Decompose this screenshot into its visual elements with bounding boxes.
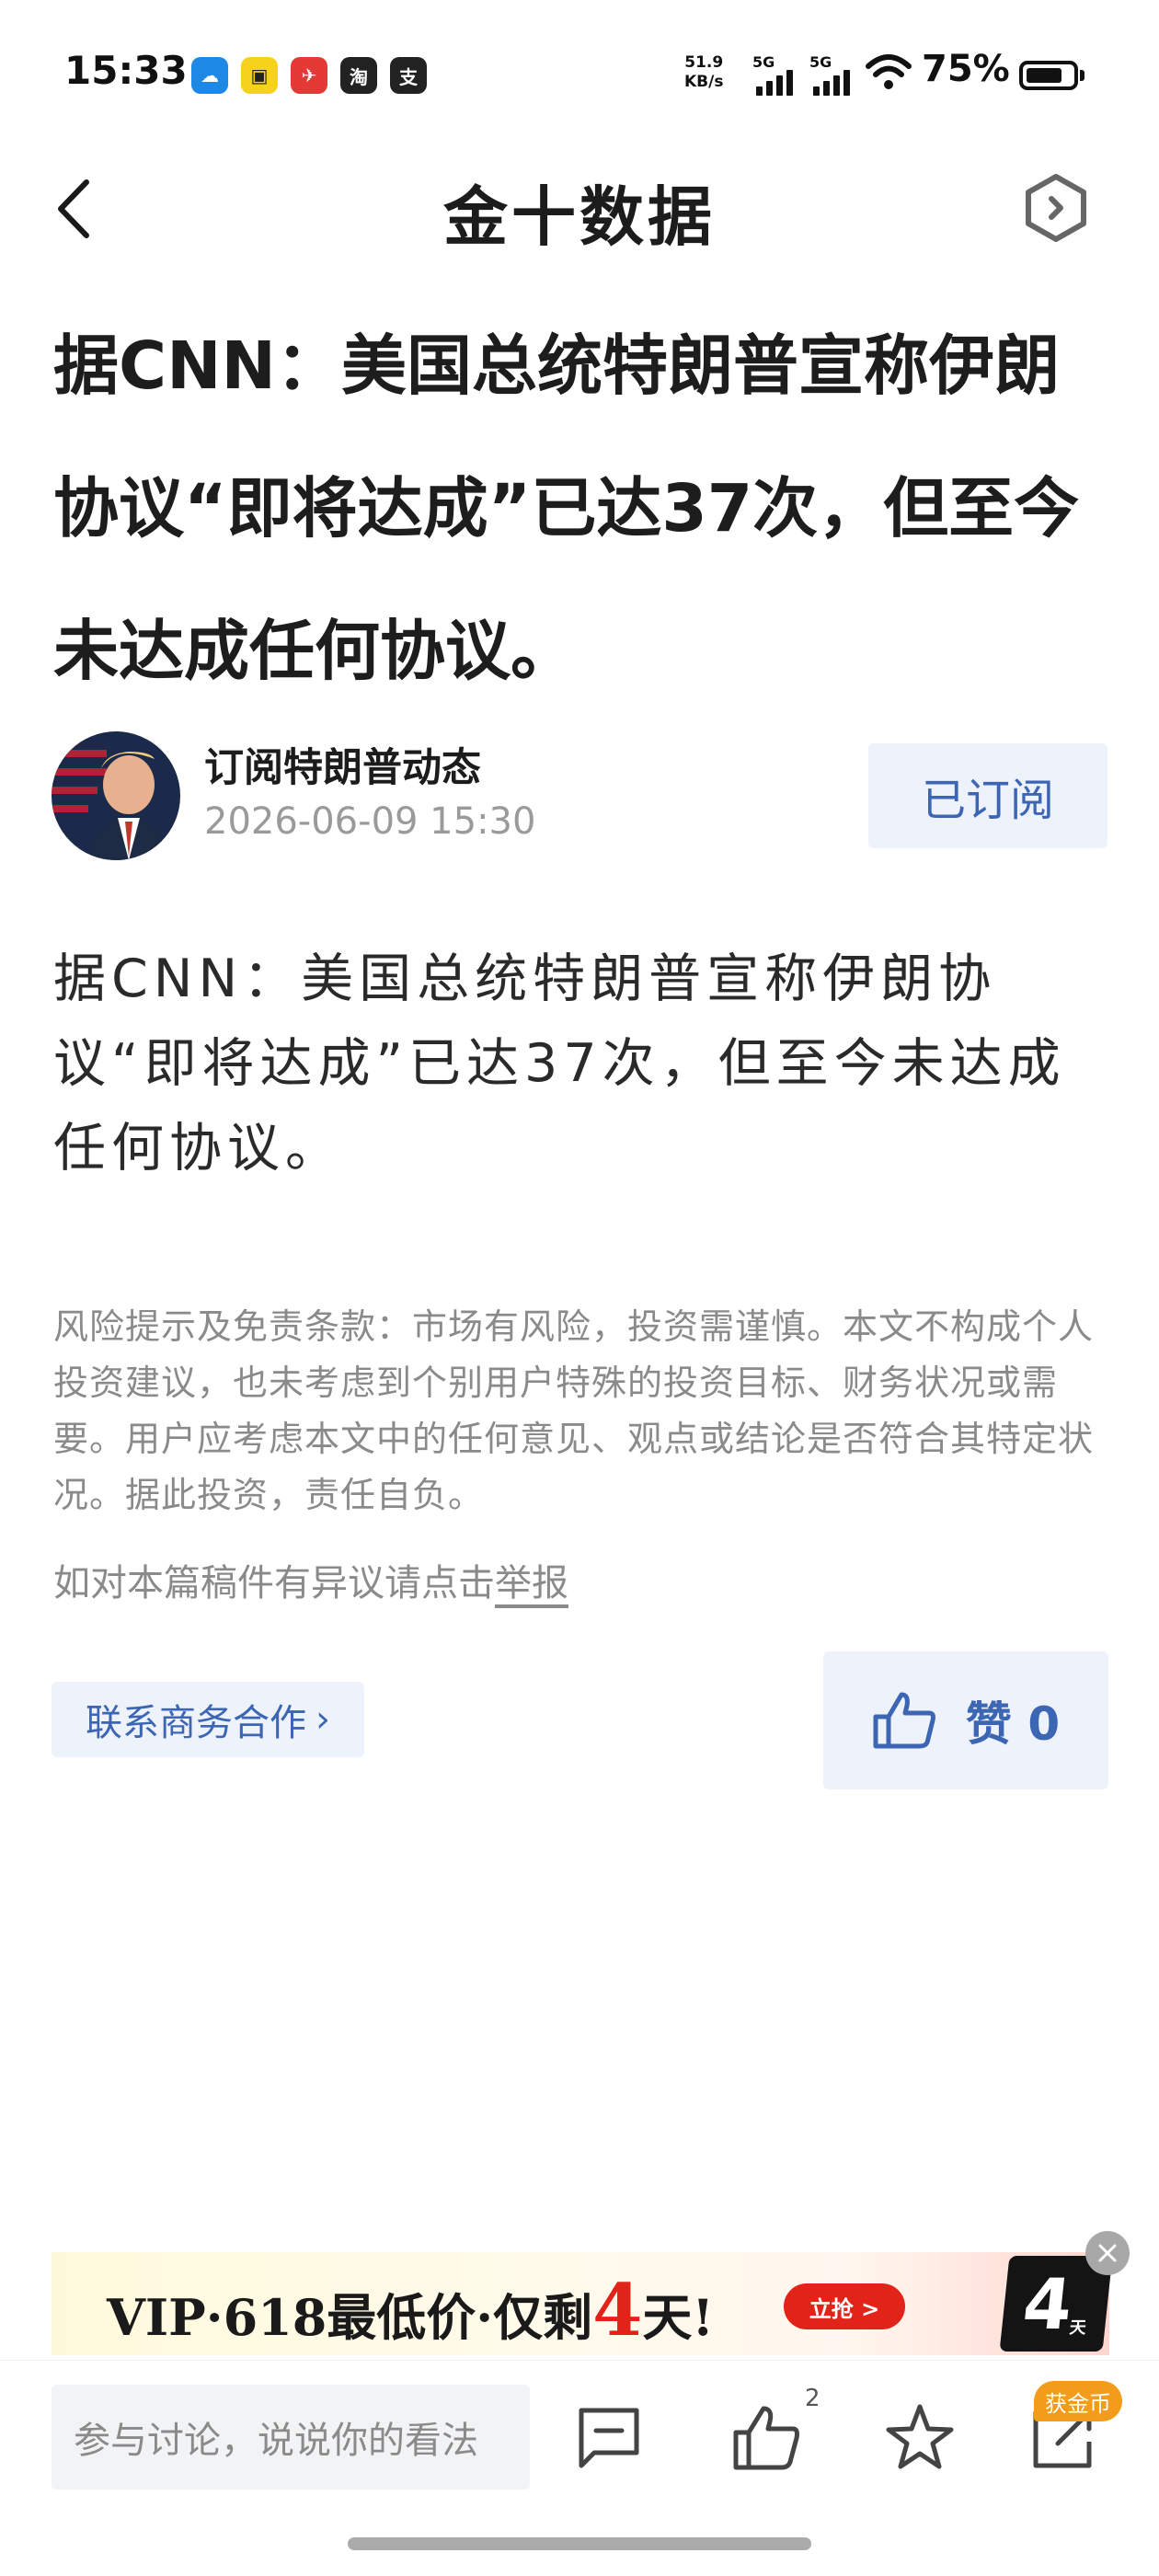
earn-coins-badge[interactable]: 获金币: [1034, 2381, 1122, 2421]
banner-grab-button[interactable]: 立抢 >: [784, 2283, 905, 2329]
signal-2-label: 5G: [809, 53, 832, 71]
banner-days-number: 4: [592, 2269, 643, 2352]
publish-time: 2026-06-09 15:30: [204, 800, 536, 843]
feishu-app-icon: ✈: [291, 57, 327, 94]
risk-disclaimer: 风险提示及免责条款：市场有风险，投资需谨慎。本文不构成个人投资建议，也未考虑到个…: [53, 1306, 1095, 1515]
author-avatar[interactable]: [52, 731, 180, 860]
battery-percent: 75%: [922, 48, 1010, 90]
banner-text: VIP·618最低价·仅剩4天!: [107, 2269, 714, 2352]
thumbs-up-icon: [873, 1692, 935, 1749]
star-favorite-icon[interactable]: [883, 2401, 957, 2475]
page-title: 金十数据: [443, 179, 716, 255]
report-line: 如对本篇稿件有异议请点击举报: [53, 1553, 568, 1606]
comment-input[interactable]: 参与讨论，说说你的看法: [52, 2385, 530, 2490]
report-prefix: 如对本篇稿件有异议请点击: [53, 1562, 495, 1604]
report-link[interactable]: 举报: [495, 1562, 568, 1604]
like-label: 赞 0: [966, 1687, 1060, 1754]
author-name[interactable]: 订阅特朗普动态: [204, 736, 481, 793]
like-count-badge: 2: [805, 2385, 820, 2412]
battery-tip: [1080, 70, 1084, 81]
banner-close-button[interactable]: [1085, 2231, 1130, 2275]
battery-icon: [1019, 61, 1078, 90]
signal-1-label: 5G: [752, 53, 775, 71]
wifi-icon: [866, 54, 912, 89]
thumbs-up-outline-icon[interactable]: [729, 2401, 802, 2475]
like-text: 赞: [965, 1697, 1012, 1751]
share-hexagon-icon[interactable]: [1021, 171, 1091, 245]
alipay-app-icon: 支: [390, 57, 427, 94]
subscribed-button[interactable]: 已订阅: [868, 743, 1107, 848]
countdown-unit: 天: [1068, 2318, 1087, 2338]
cellular-signal-1-icon: 5G: [752, 53, 808, 96]
article-title: 据CNN：美国总统特朗普宣称伊朗协议“即将达成”已达37次，但至今未达成任何协议…: [53, 328, 1080, 689]
contact-label: 联系商务合作: [86, 1702, 306, 1744]
countdown-number: 4: [1018, 2262, 1077, 2345]
network-speed-value: 51.9: [684, 53, 724, 72]
business-contact-button[interactable]: 联系商务合作 ›: [52, 1682, 364, 1757]
like-count: 0: [1027, 1697, 1061, 1751]
network-speed-unit: KB/s: [684, 73, 724, 91]
youku-app-icon: ▣: [241, 57, 278, 94]
comment-icon[interactable]: [572, 2401, 646, 2475]
taobao-app-icon: 淘: [340, 57, 377, 94]
close-icon: [1098, 2244, 1117, 2262]
weather-app-icon: ☁: [191, 57, 228, 94]
status-time: 15:33: [64, 48, 188, 93]
like-button[interactable]: 赞 0: [823, 1651, 1108, 1789]
home-indicator[interactable]: [348, 2537, 811, 2550]
banner-text-suffix: 天!: [642, 2288, 715, 2347]
cellular-signal-2-icon: 5G: [809, 53, 865, 96]
banner-text-prefix: VIP·618最低价·仅剩: [107, 2288, 593, 2347]
network-speed: 51.9 KB/s: [684, 53, 723, 92]
chevron-right-icon: ›: [316, 1698, 330, 1741]
article-body: 据CNN：美国总统特朗普宣称伊朗协议“即将达成”已达37次，但至今未达成任何协议…: [53, 949, 1066, 1179]
